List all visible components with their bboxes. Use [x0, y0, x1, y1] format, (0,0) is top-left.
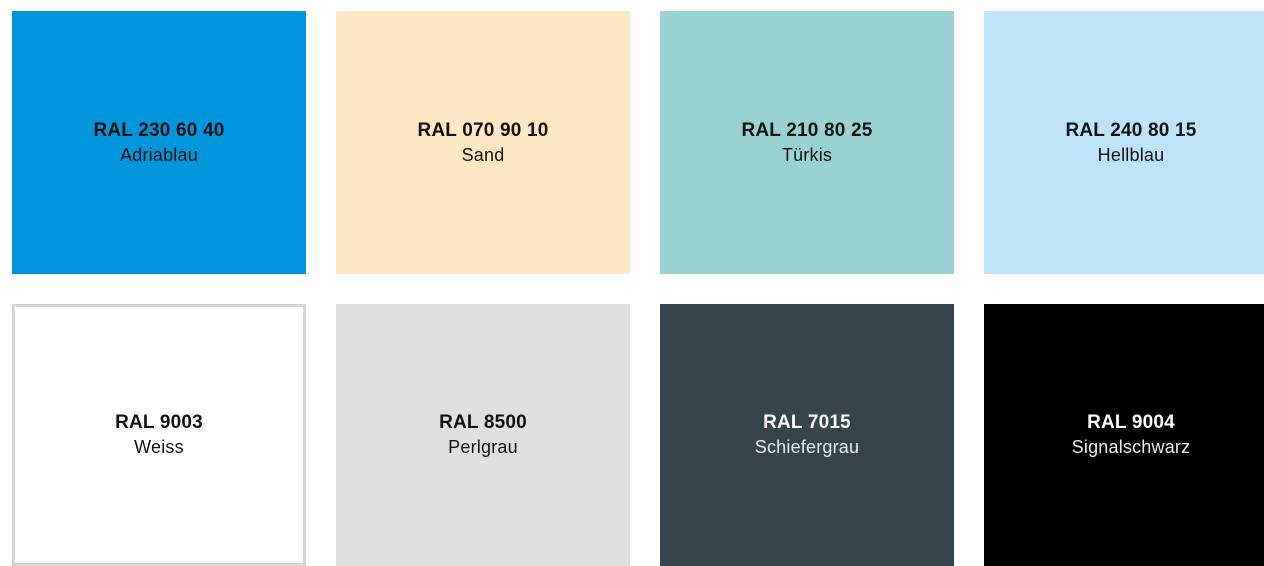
- swatch-schiefergrau[interactable]: RAL 7015 Schiefergrau: [660, 304, 954, 566]
- swatch-name: Adriablau: [120, 144, 198, 165]
- swatch-code: RAL 7015: [763, 412, 851, 433]
- swatch-tuerkis[interactable]: RAL 210 80 25 Türkis: [660, 11, 954, 274]
- swatch-code: RAL 240 80 15: [1065, 119, 1197, 141]
- swatch-weiss[interactable]: RAL 9003 Weiss: [12, 304, 306, 566]
- swatch-code: RAL 210 80 25: [741, 119, 873, 141]
- swatch-code: RAL 9004: [1087, 412, 1175, 433]
- swatch-name: Perlgrau: [448, 437, 518, 457]
- swatch-signalschwarz[interactable]: RAL 9004 Signalschwarz: [984, 304, 1264, 566]
- swatch-code: RAL 230 60 40: [93, 119, 225, 141]
- color-swatch-grid: RAL 230 60 40 Adriablau RAL 070 90 10 Sa…: [12, 11, 1264, 566]
- swatch-perlgrau[interactable]: RAL 8500 Perlgrau: [336, 304, 630, 566]
- swatch-hellblau[interactable]: RAL 240 80 15 Hellblau: [984, 11, 1264, 274]
- swatch-code: RAL 8500: [439, 412, 527, 433]
- swatch-sand[interactable]: RAL 070 90 10 Sand: [336, 11, 630, 274]
- swatch-name: Sand: [461, 144, 505, 165]
- swatch-name: Signalschwarz: [1071, 437, 1191, 457]
- swatch-code: RAL 9003: [115, 412, 203, 433]
- swatch-code: RAL 070 90 10: [417, 119, 549, 141]
- swatch-adriablau[interactable]: RAL 230 60 40 Adriablau: [12, 11, 306, 274]
- swatch-name: Schiefergrau: [754, 437, 860, 457]
- swatch-name: Türkis: [781, 144, 833, 165]
- swatch-name: Hellblau: [1097, 144, 1165, 165]
- swatch-name: Weiss: [134, 437, 184, 457]
